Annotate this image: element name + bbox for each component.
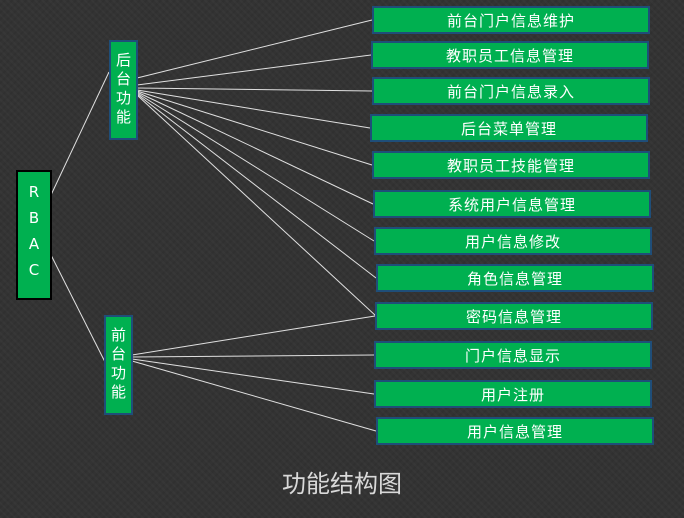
link-frontend-item-1: [131, 315, 376, 356]
link-backend-item-8: [136, 93, 377, 279]
diagram-caption: 功能结构图: [282, 470, 402, 498]
backend-item-role-management: 角色信息管理: [376, 264, 654, 292]
frontend-item-portal-display: 门户信息显示: [374, 341, 652, 369]
backend-item-staff-info: 教职员工信息管理: [371, 41, 649, 69]
link-backend-item-7: [136, 92, 375, 242]
frontend-item-user-management: 用户信息管理: [376, 417, 654, 445]
link-backend-item-2: [136, 54, 372, 86]
backend-item-menu-management: 后台菜单管理: [370, 114, 648, 142]
link-root-backend: [50, 71, 110, 196]
shared-item-password-management: 密码信息管理: [375, 302, 653, 330]
link-backend-item-3: [136, 87, 373, 92]
backend-node: 后台功能: [109, 40, 138, 140]
function-structure-diagram: RBAC 后台功能 前台功能 前台门户信息维护 教职员工信息管理 前台门户信息录…: [0, 0, 684, 518]
backend-item-portal-maintenance: 前台门户信息维护: [372, 6, 650, 34]
frontend-item-user-register: 用户注册: [374, 380, 652, 408]
link-frontend-item-3: [131, 358, 375, 395]
link-root-frontend: [50, 254, 106, 363]
backend-item-system-users: 系统用户信息管理: [373, 190, 651, 218]
frontend-node: 前台功能: [104, 315, 133, 415]
link-backend-item-1: [136, 19, 373, 79]
link-frontend-item-2: [131, 354, 375, 358]
backend-item-portal-entry: 前台门户信息录入: [372, 77, 650, 105]
root-node: RBAC: [16, 170, 52, 300]
link-frontend-item-4: [131, 360, 377, 432]
backend-item-staff-skills: 教职员工技能管理: [372, 151, 650, 179]
backend-item-user-edit: 用户信息修改: [374, 227, 652, 255]
